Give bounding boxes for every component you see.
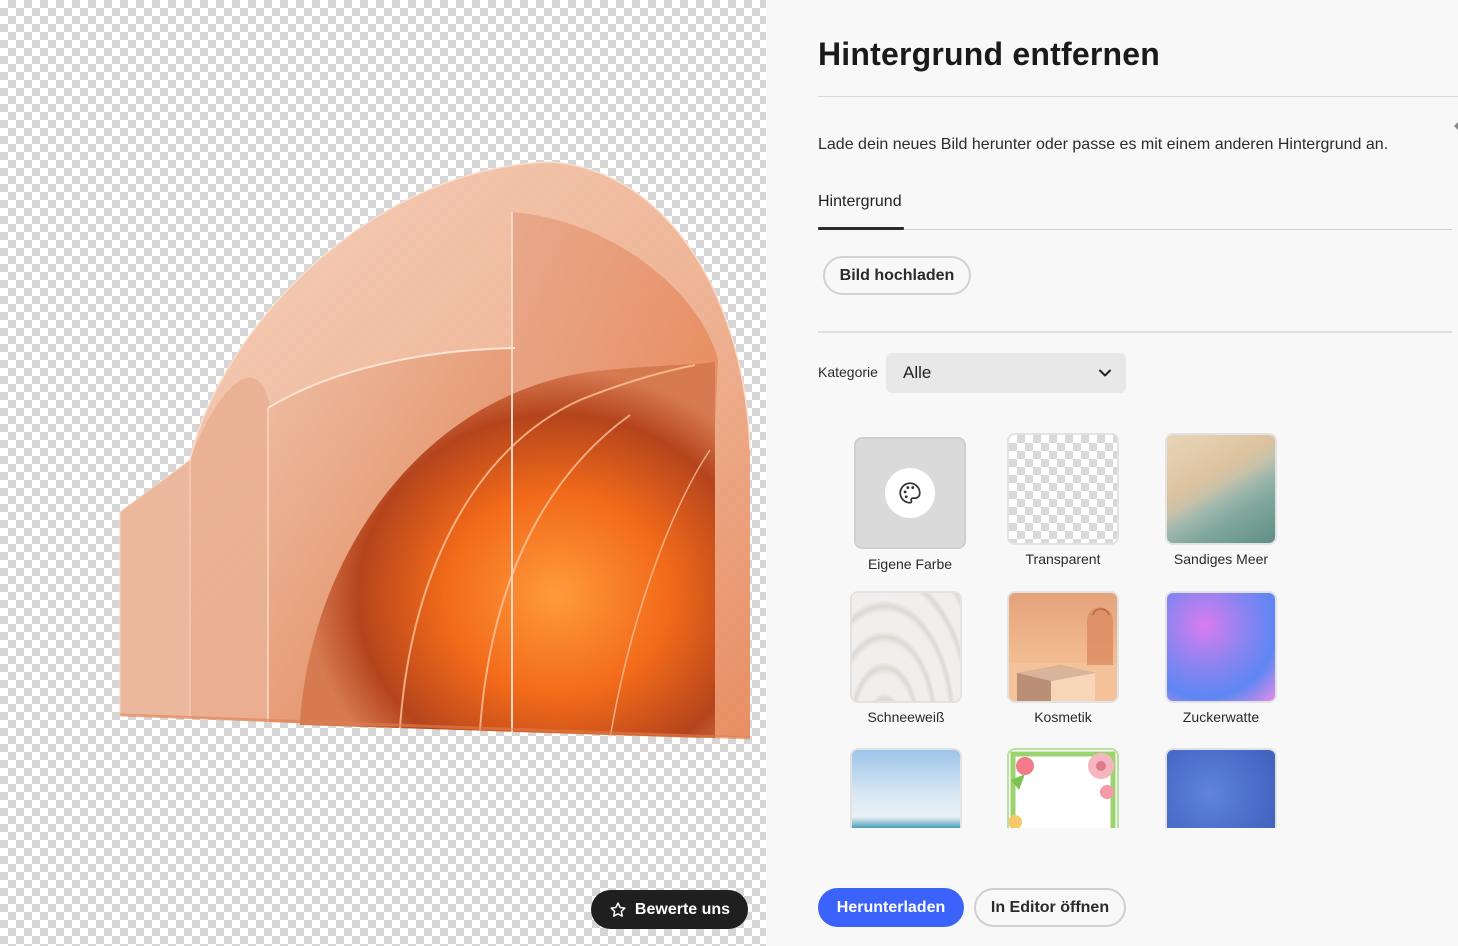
image-canvas: Bewerte uns xyxy=(0,0,766,946)
background-option-cosmetics[interactable]: Kosmetik xyxy=(1007,591,1119,725)
background-option-own-color[interactable]: Eigene Farbe xyxy=(854,437,966,572)
background-option-sky[interactable] xyxy=(850,748,962,828)
background-option-sandy-sea[interactable]: Sandiges Meer xyxy=(1165,433,1277,567)
background-grid: Eigene Farbe Transparent Sandiges Meer S… xyxy=(766,0,1458,828)
background-option-label: Transparent xyxy=(1025,551,1101,567)
open-in-editor-button[interactable]: In Editor öffnen xyxy=(974,888,1126,927)
background-option-label: Eigene Farbe xyxy=(867,556,953,572)
palette-icon xyxy=(899,482,921,504)
denim-thumbnail xyxy=(1165,748,1277,828)
background-option-label: Sandiges Meer xyxy=(1173,551,1269,567)
transparent-thumbnail xyxy=(1007,433,1119,545)
background-option-label: Kosmetik xyxy=(1034,709,1092,725)
rate-us-label: Bewerte uns xyxy=(634,900,731,918)
star-outline-icon xyxy=(610,901,626,917)
sky-thumbnail xyxy=(850,748,962,828)
own-color-thumbnail xyxy=(854,437,966,549)
download-button[interactable]: Herunterladen xyxy=(818,888,964,927)
background-option-label: Schneeweiß xyxy=(867,709,945,725)
sandy-sea-thumbnail xyxy=(1165,433,1277,545)
snow-white-thumbnail xyxy=(850,591,962,703)
background-option-transparent[interactable]: Transparent xyxy=(1007,433,1119,567)
side-panel: Hintergrund entfernen Lade dein neues Bi… xyxy=(766,0,1458,946)
flowers-thumbnail xyxy=(1007,748,1119,828)
background-option-flowers[interactable] xyxy=(1007,748,1119,828)
scrollbar-arrow-icon[interactable] xyxy=(1454,122,1458,130)
background-option-snow-white[interactable]: Schneeweiß xyxy=(850,591,962,725)
cosmetics-thumbnail xyxy=(1007,591,1119,703)
cotton-candy-thumbnail xyxy=(1165,591,1277,703)
cutout-image xyxy=(119,161,751,740)
background-option-label: Zuckerwatte xyxy=(1182,709,1260,725)
background-option-denim[interactable] xyxy=(1165,748,1277,828)
background-option-cotton-candy[interactable]: Zuckerwatte xyxy=(1165,591,1277,725)
rate-us-button[interactable]: Bewerte uns xyxy=(591,890,748,929)
